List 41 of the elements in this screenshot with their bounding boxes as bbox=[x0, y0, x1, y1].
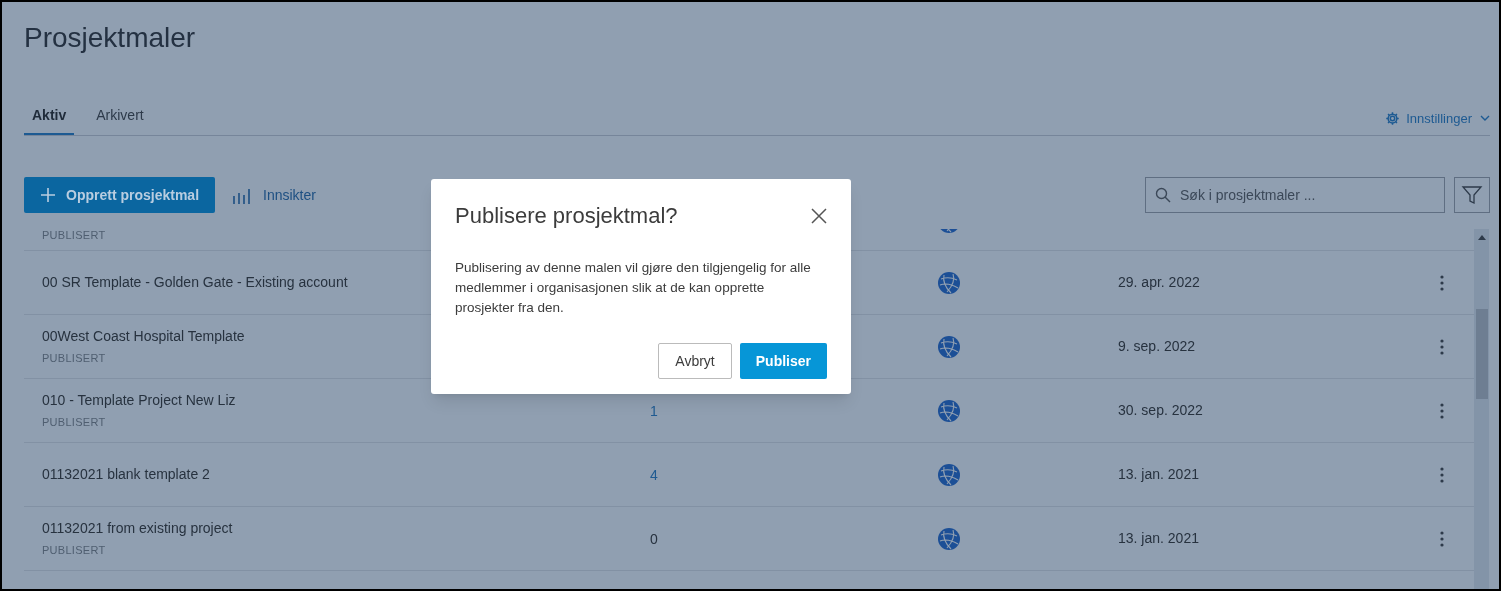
status-label: PUBLISERT bbox=[42, 543, 107, 559]
plus-icon bbox=[40, 187, 56, 203]
globe-icon bbox=[938, 527, 960, 550]
scroll-up-icon[interactable] bbox=[1477, 235, 1486, 240]
publish-button[interactable]: Publiser bbox=[739, 343, 827, 379]
cancel-button[interactable]: Avbryt bbox=[658, 343, 732, 379]
count-link[interactable]: 4 bbox=[650, 466, 658, 483]
chevron-down-icon bbox=[1480, 115, 1490, 122]
globe-icon bbox=[938, 399, 960, 422]
page-title: Prosjektmaler bbox=[24, 21, 197, 55]
close-icon[interactable] bbox=[811, 207, 827, 224]
status-label: PUBLISERT bbox=[42, 351, 107, 367]
tab[interactable]: Arkivert bbox=[88, 105, 152, 135]
dialog-title: Publisere prosjektmal? bbox=[455, 202, 678, 230]
filter-icon bbox=[1461, 184, 1483, 206]
date-cell-text: 29. apr. 2022 bbox=[1118, 273, 1201, 292]
search-field[interactable]: Søk i prosjektmaler ... bbox=[1145, 177, 1445, 213]
date-cell-text: 9. sep. 2022 bbox=[1118, 337, 1197, 356]
settings-dropdown[interactable]: Innstillinger bbox=[1385, 108, 1490, 135]
status-label: PUBLISERT bbox=[42, 229, 107, 243]
settings-icon bbox=[1385, 110, 1401, 126]
date-cell-text: 30. sep. 2022 bbox=[1118, 401, 1204, 420]
globe-icon bbox=[938, 271, 960, 294]
create-template-button[interactable]: Opprett prosjektmal bbox=[24, 177, 216, 213]
date-cell-text: 13. jan. 2021 bbox=[1118, 465, 1200, 484]
scrollbar-thumb[interactable] bbox=[1475, 309, 1488, 399]
dialog-message: Publisering av denne malen vil gjøre den tilgjengelig for alle medlemmer i organisasjonen slik at de kan opprette prosjekter fra den. bbox=[455, 259, 812, 317]
scrollbar[interactable] bbox=[1474, 229, 1489, 589]
globe-icon bbox=[938, 335, 960, 358]
date-cell-text: 13. jan. 2021 bbox=[1118, 529, 1200, 548]
template-name[interactable]: 01132021 from existing project bbox=[42, 518, 650, 540]
count-link[interactable]: 1 bbox=[650, 402, 658, 419]
template-name[interactable]: 01132021 blank template 2 bbox=[42, 464, 650, 485]
count-value: 0 bbox=[650, 530, 658, 547]
template-name[interactable]: 010 - Template Project New Liz bbox=[42, 390, 650, 412]
search-icon bbox=[1155, 187, 1171, 203]
insights-link[interactable]: Innsikter bbox=[233, 184, 316, 206]
status-label: PUBLISERT bbox=[42, 415, 107, 431]
tab[interactable]: Aktiv bbox=[24, 105, 75, 135]
globe-icon bbox=[938, 463, 960, 486]
filter-button[interactable] bbox=[1454, 177, 1490, 213]
